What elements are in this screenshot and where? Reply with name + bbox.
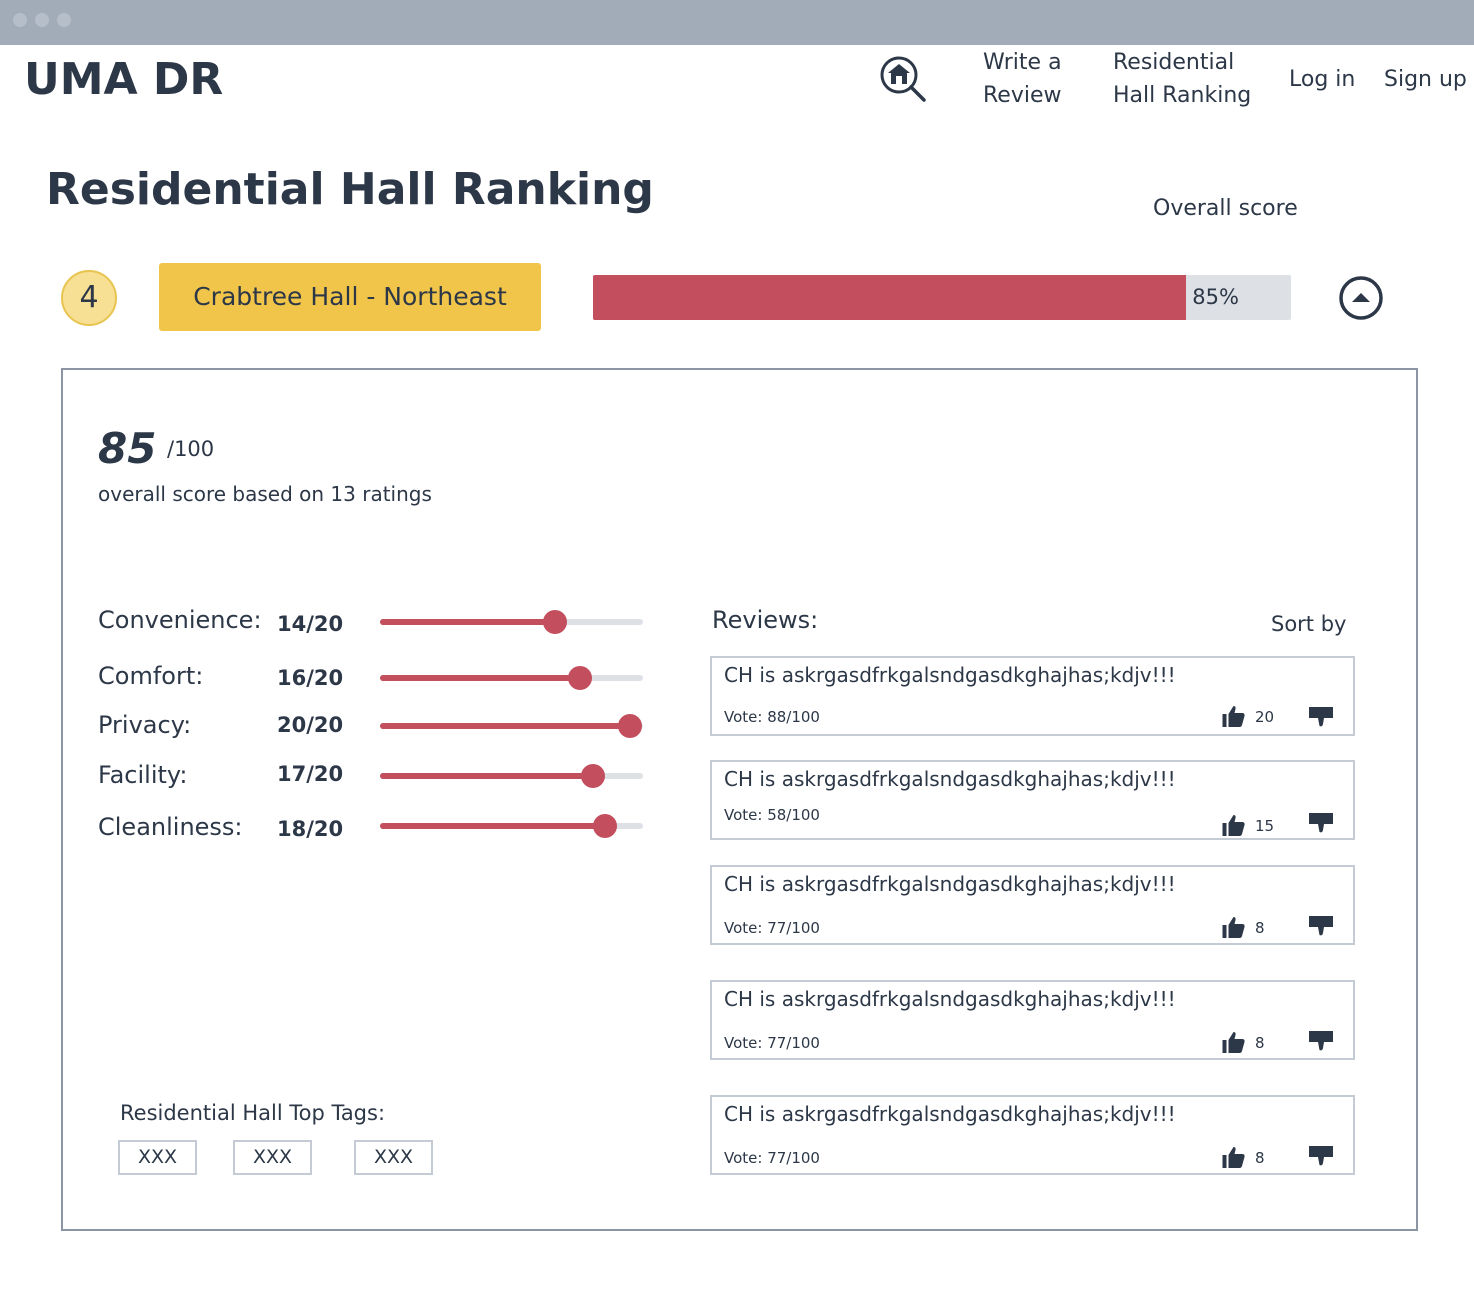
tag-chip[interactable]: XXX: [233, 1140, 312, 1175]
like-count: 8: [1255, 1149, 1265, 1167]
overall-score-fill: [593, 275, 1187, 320]
slider-knob[interactable]: [618, 714, 642, 738]
window-titlebar: [0, 0, 1474, 45]
slider-fill: [380, 723, 630, 729]
criterion-score-comfort: 16/20: [277, 666, 344, 690]
criterion-score-convenience: 14/20: [277, 612, 344, 636]
review-text: CH is askrgasdfrkgalsndgasdkghajhas;kdjv…: [724, 663, 1176, 687]
home-search-icon[interactable]: [878, 54, 928, 104]
ratings-summary: overall score based on 13 ratings: [98, 482, 432, 506]
window-close-button[interactable]: [13, 13, 27, 27]
overall-score-bar: 85%: [593, 275, 1291, 320]
chevron-up-circle-icon[interactable]: [1338, 275, 1384, 321]
slider-knob[interactable]: [580, 764, 605, 788]
review-card[interactable]: CH is askrgasdfrkgalsndgasdkghajhas;kdjv…: [710, 656, 1355, 736]
criterion-slider-convenience[interactable]: [380, 610, 643, 634]
thumbs-down-icon[interactable]: [1309, 1030, 1333, 1054]
page-title: Residential Hall Ranking: [46, 164, 654, 215]
slider-fill: [380, 619, 555, 625]
nav-sign-up[interactable]: Sign up: [1384, 63, 1467, 96]
criterion-score-cleanliness: 18/20: [277, 817, 344, 841]
slider-fill: [380, 773, 593, 779]
review-vote: Vote: 77/100: [724, 1149, 820, 1167]
nav-residential-hall-ranking[interactable]: Residential Hall Ranking: [1113, 46, 1251, 112]
thumbs-up-icon[interactable]: [1221, 915, 1246, 939]
review-vote: Vote: 88/100: [724, 708, 820, 726]
overall-score-percent: 85%: [1192, 285, 1239, 309]
review-vote: Vote: 58/100: [724, 806, 820, 824]
window-maximize-button[interactable]: [57, 13, 71, 27]
overall-score-label: Overall score: [1153, 196, 1298, 221]
tag-chip[interactable]: XXX: [118, 1140, 197, 1175]
review-text: CH is askrgasdfrkgalsndgasdkghajhas;kdjv…: [724, 987, 1176, 1011]
review-card[interactable]: CH is askrgasdfrkgalsndgasdkghajhas;kdjv…: [710, 1095, 1355, 1175]
thumbs-up-icon[interactable]: [1221, 813, 1246, 837]
like-count: 15: [1255, 817, 1275, 835]
thumbs-up-icon[interactable]: [1221, 1030, 1246, 1054]
criterion-slider-comfort[interactable]: [380, 666, 643, 690]
criterion-label-comfort: Comfort:: [98, 662, 204, 690]
window-minimize-button[interactable]: [35, 13, 49, 27]
review-text: CH is askrgasdfrkgalsndgasdkghajhas;kdjv…: [724, 1102, 1176, 1126]
thumbs-down-icon[interactable]: [1309, 1145, 1333, 1169]
like-count: 20: [1255, 708, 1275, 726]
sort-by-button[interactable]: Sort by: [1271, 612, 1346, 636]
review-card[interactable]: CH is askrgasdfrkgalsndgasdkghajhas;kdjv…: [710, 865, 1355, 945]
thumbs-down-icon[interactable]: [1309, 706, 1333, 730]
criterion-score-privacy: 20/20: [277, 713, 344, 737]
review-card[interactable]: CH is askrgasdfrkgalsndgasdkghajhas;kdjv…: [710, 980, 1355, 1060]
thumbs-down-icon[interactable]: [1309, 915, 1333, 939]
criterion-score-facility: 17/20: [277, 762, 344, 786]
reviews-title: Reviews:: [712, 606, 819, 634]
like-count: 8: [1255, 1034, 1265, 1052]
slider-knob[interactable]: [593, 814, 617, 838]
rank-badge: 4: [61, 270, 117, 326]
criterion-label-convenience: Convenience:: [98, 606, 262, 634]
overall-score-max: /100: [167, 437, 215, 461]
slider-knob[interactable]: [543, 610, 567, 634]
tag-chip[interactable]: XXX: [354, 1140, 433, 1175]
criterion-slider-privacy[interactable]: [380, 714, 643, 738]
slider-knob[interactable]: [568, 666, 592, 690]
site-logo[interactable]: UMA DR: [24, 54, 223, 105]
criterion-slider-cleanliness[interactable]: [380, 814, 643, 838]
top-tags-title: Residential Hall Top Tags:: [120, 1101, 386, 1125]
thumbs-up-icon[interactable]: [1221, 704, 1246, 728]
slider-fill: [380, 675, 580, 681]
review-vote: Vote: 77/100: [724, 1034, 820, 1052]
criterion-label-facility: Facility:: [98, 761, 188, 789]
criterion-label-privacy: Privacy:: [98, 711, 192, 739]
slider-fill: [380, 823, 605, 829]
nav-write-review[interactable]: Write a Review: [983, 46, 1062, 112]
review-vote: Vote: 77/100: [724, 919, 820, 937]
overall-score-value: 85: [98, 424, 157, 473]
hall-name-button[interactable]: Crabtree Hall - Northeast: [159, 263, 541, 331]
criterion-slider-facility[interactable]: [380, 764, 643, 788]
review-text: CH is askrgasdfrkgalsndgasdkghajhas;kdjv…: [724, 767, 1176, 791]
thumbs-up-icon[interactable]: [1221, 1145, 1246, 1169]
thumbs-down-icon[interactable]: [1309, 812, 1333, 836]
nav-log-in[interactable]: Log in: [1289, 63, 1355, 96]
like-count: 8: [1255, 919, 1265, 937]
criterion-label-cleanliness: Cleanliness:: [98, 813, 243, 841]
review-text: CH is askrgasdfrkgalsndgasdkghajhas;kdjv…: [724, 872, 1176, 896]
review-card[interactable]: CH is askrgasdfrkgalsndgasdkghajhas;kdjv…: [710, 760, 1355, 840]
